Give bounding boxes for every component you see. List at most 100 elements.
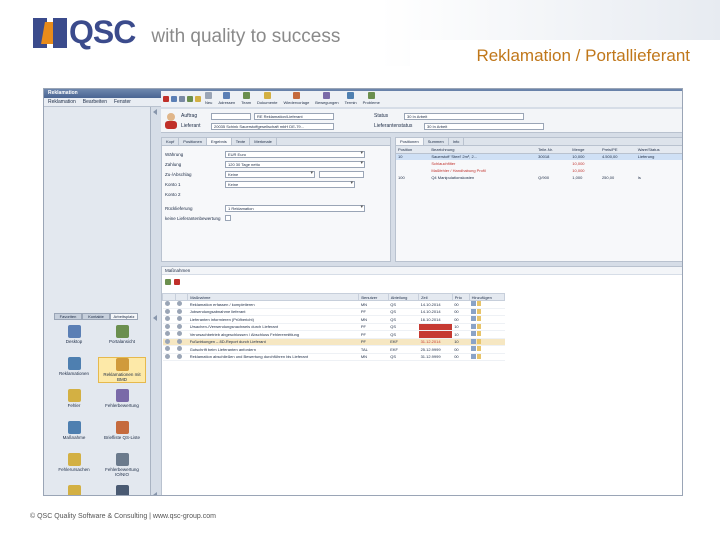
tab-positionen[interactable]: Positionen [179, 138, 207, 145]
auftrag-type-field[interactable]: RE Reklamation/Lieferant [254, 112, 334, 120]
tab-texte[interactable]: Texte [232, 138, 251, 145]
note-icon[interactable] [477, 301, 482, 307]
add-icon[interactable] [165, 279, 171, 285]
collapse-arrow-icon[interactable] [153, 109, 157, 115]
tab-summen[interactable]: Summen [424, 138, 449, 145]
collapse-arrow-icon[interactable] [153, 492, 157, 495]
note-icon[interactable] [477, 331, 482, 337]
refresh-icon[interactable] [187, 95, 193, 102]
person-add-icon[interactable] [471, 338, 477, 344]
zahlung-select[interactable]: 120 30 Tage netto [225, 160, 365, 168]
column-header[interactable]: Teile-Nr. [536, 146, 571, 154]
zuschlag-amount-field[interactable] [319, 170, 364, 178]
person-add-icon[interactable] [471, 331, 477, 337]
workspace-item[interactable]: Maßnahme [50, 421, 98, 447]
column-header[interactable]: Abteilung [387, 293, 420, 301]
table-row[interactable]: Reklamation erfassen / kompletieren MN QS 1… [162, 300, 505, 309]
workspace-item[interactable]: Fehlerbewertung [98, 389, 146, 415]
waehrung-select[interactable]: EUR Euro [225, 150, 365, 158]
note-icon[interactable] [477, 346, 482, 352]
lieferantenstatus-select[interactable]: 30 In Arbeit [424, 122, 544, 130]
workspace-item[interactable]: Fehlerursachen [50, 453, 98, 479]
tab-kopf[interactable]: Kopf [162, 138, 180, 145]
column-header[interactable]: Maßnahme [187, 293, 360, 301]
tab-ergebnis[interactable]: Ergebnis [206, 138, 232, 145]
workspace-item[interactable]: Fehlerstatistik [50, 485, 98, 495]
toolbar-button-probleme[interactable]: Probleme [361, 92, 382, 106]
table-row[interactable]: Maßfehler / Handhabung Profil 10,000 [396, 167, 682, 174]
column-header[interactable]: Menge [570, 146, 600, 154]
table-row[interactable]: 10 Sauerstoff 'Steel' 2m³, 2... 30018 10,00… [396, 153, 682, 160]
table-row[interactable]: Jobsendungsabnahme lieferant PF QS 14.10.20… [162, 308, 505, 316]
save-icon[interactable] [171, 95, 177, 102]
settings-icon[interactable] [195, 95, 201, 102]
person-add-icon[interactable] [471, 353, 477, 359]
auftrag-number-field[interactable] [211, 112, 251, 120]
column-header[interactable]: Position [396, 146, 430, 154]
note-icon[interactable] [477, 353, 482, 359]
workspace-item[interactable]: Lieferanten [98, 485, 146, 495]
person-add-icon[interactable] [471, 323, 477, 329]
zuschlag-select[interactable]: Keine [225, 170, 315, 178]
tab-info[interactable]: Info [449, 138, 465, 145]
menu-item-fenster[interactable]: Fenster [114, 99, 131, 105]
workspace-item[interactable]: Reklamationen [50, 357, 98, 383]
menu-item-bearbeiten[interactable]: Bearbeiten [83, 99, 107, 105]
toolbar-button-team[interactable]: Team [239, 92, 253, 106]
column-header[interactable]: Bezeichnung [429, 146, 537, 154]
keine-bewertung-checkbox[interactable] [225, 215, 231, 221]
person-add-icon[interactable] [471, 346, 477, 352]
toolbar-button-neu[interactable]: Neu [203, 92, 214, 106]
column-header[interactable]: Ware/Status [635, 146, 682, 154]
column-header[interactable]: Prio [451, 293, 470, 301]
table-row[interactable]: Lieferanten informieren (Prüfbericht) MN Q… [162, 315, 505, 324]
print-icon[interactable] [179, 95, 185, 102]
column-header[interactable] [162, 293, 176, 301]
toolbar-button-termin[interactable]: Termin [343, 92, 359, 106]
person-add-icon[interactable] [471, 308, 477, 314]
auftrag-row: Auftrag RE Reklamation/Lieferant Status … [181, 112, 524, 120]
workspace-item[interactable]: Fehlerbewertung IO/NIO [98, 453, 146, 479]
person-add-icon[interactable] [471, 316, 477, 322]
column-header[interactable]: Zeil [418, 293, 453, 301]
tab-merkmale[interactable]: Merkmale [250, 138, 277, 145]
table-row[interactable]: Fußwirkungen – 8D-Report durch Lieferant… [162, 338, 505, 346]
workspace-item[interactable]: Reklamationen mit BMD [98, 357, 146, 383]
column-header[interactable]: Preis/PE [599, 146, 636, 154]
tab-positionen-list[interactable]: Positionen [396, 138, 424, 145]
menu-item-reklamation[interactable]: Reklamation [48, 99, 76, 105]
toolbar-button-dokumente[interactable]: Dokumente [255, 92, 279, 106]
table-row[interactable]: 100 Q4 Manipulationskosten Q/900 1,000 250,0… [396, 174, 682, 181]
workspace-item[interactable]: Desktop [50, 325, 98, 351]
column-header[interactable]: Benutzer [358, 293, 389, 301]
note-icon[interactable] [477, 323, 482, 329]
person-add-icon[interactable] [471, 301, 477, 307]
table-row[interactable]: Gutschrift beim Lieferanten anfordern TAL… [162, 345, 505, 354]
tab-kontakte[interactable]: Kontakte [82, 313, 110, 320]
column-header[interactable] [174, 293, 189, 301]
toolbar-button-bewegungen[interactable]: Bewegungen [313, 92, 340, 106]
konto1-select[interactable]: Keine [225, 180, 355, 188]
toolbar-button-adressen[interactable]: Adressen [216, 92, 237, 106]
collapse-arrow-icon[interactable] [153, 315, 157, 321]
delete-icon[interactable] [174, 279, 180, 285]
toolbar-button-wiedervorlage[interactable]: Wiedervorlage [282, 92, 312, 106]
note-icon[interactable] [477, 308, 482, 314]
note-icon[interactable] [477, 316, 482, 322]
close-icon[interactable] [163, 95, 169, 102]
status-select[interactable]: 30 In Arbeit [404, 112, 524, 120]
note-icon[interactable] [477, 338, 482, 344]
workspace-item[interactable]: Fehler [50, 389, 98, 415]
table-row[interactable]: Reklamation abschließen und Bewertung du… [162, 353, 505, 361]
column-header[interactable]: Hinzufügen [468, 293, 506, 301]
table-row[interactable]: Ursachen-/Verwendungsnachweis durch Lief… [162, 323, 505, 331]
ruecklieferung-select[interactable]: 1 Reklamation [225, 204, 365, 212]
lieferant-field[interactable]: 20035 Schink Sauerstoffgesellschaft mbH … [211, 122, 334, 130]
table-row[interactable]: Verursachbetrieb abgeschlossen / Abschlu… [162, 330, 505, 339]
workspace-item[interactable]: Briefliste QS-Liste [98, 421, 146, 447]
tab-favoriten[interactable]: Favoriten [54, 313, 82, 320]
vertical-splitter[interactable] [151, 107, 161, 495]
tab-arbeitsplatz[interactable]: Arbeitsplatz [110, 313, 138, 320]
workspace-item[interactable]: Portalansicht [98, 325, 146, 351]
table-row[interactable]: Schlauchfilter 10,000 [396, 160, 682, 167]
